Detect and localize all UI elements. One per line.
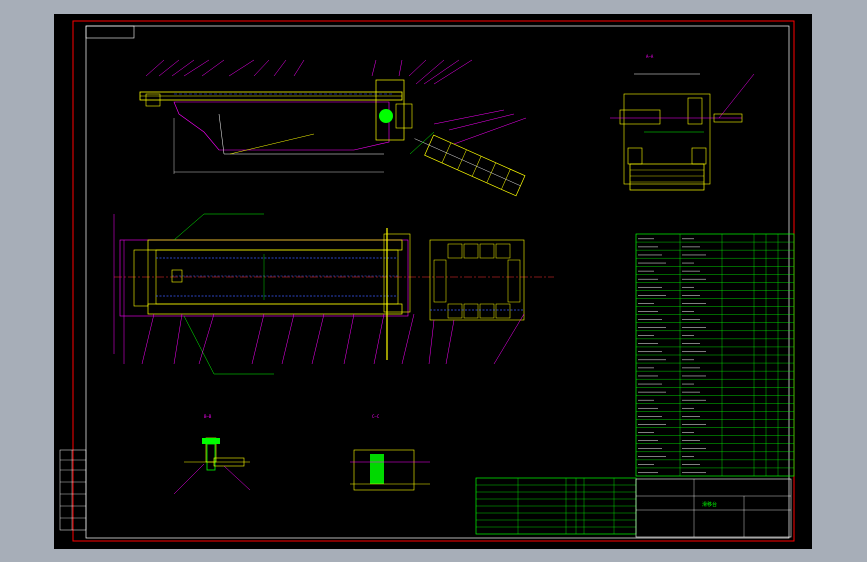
- svg-text:C—C: C—C: [372, 414, 380, 419]
- parts-list-table: [635, 233, 795, 477]
- corner-stamp: [85, 25, 135, 39]
- svg-text:B—B: B—B: [204, 414, 212, 419]
- cad-viewport[interactable]: A—A B—B C—C 滑移台: [54, 14, 812, 549]
- inner-border: [85, 25, 790, 539]
- drawing-title: 滑移台: [702, 501, 717, 508]
- detail-view-2: C—C: [350, 414, 430, 491]
- side-view: A—A: [610, 54, 755, 191]
- outer-border: [72, 20, 795, 542]
- cad-drawing: A—A B—B C—C 滑移台: [59, 20, 795, 542]
- title-block: 滑移台: [635, 478, 792, 538]
- detail-view-1: B—B: [173, 414, 251, 495]
- front-view: [139, 59, 527, 197]
- plan-view: [113, 213, 554, 375]
- svg-text:A—A: A—A: [646, 54, 654, 59]
- bom-table: [475, 477, 637, 535]
